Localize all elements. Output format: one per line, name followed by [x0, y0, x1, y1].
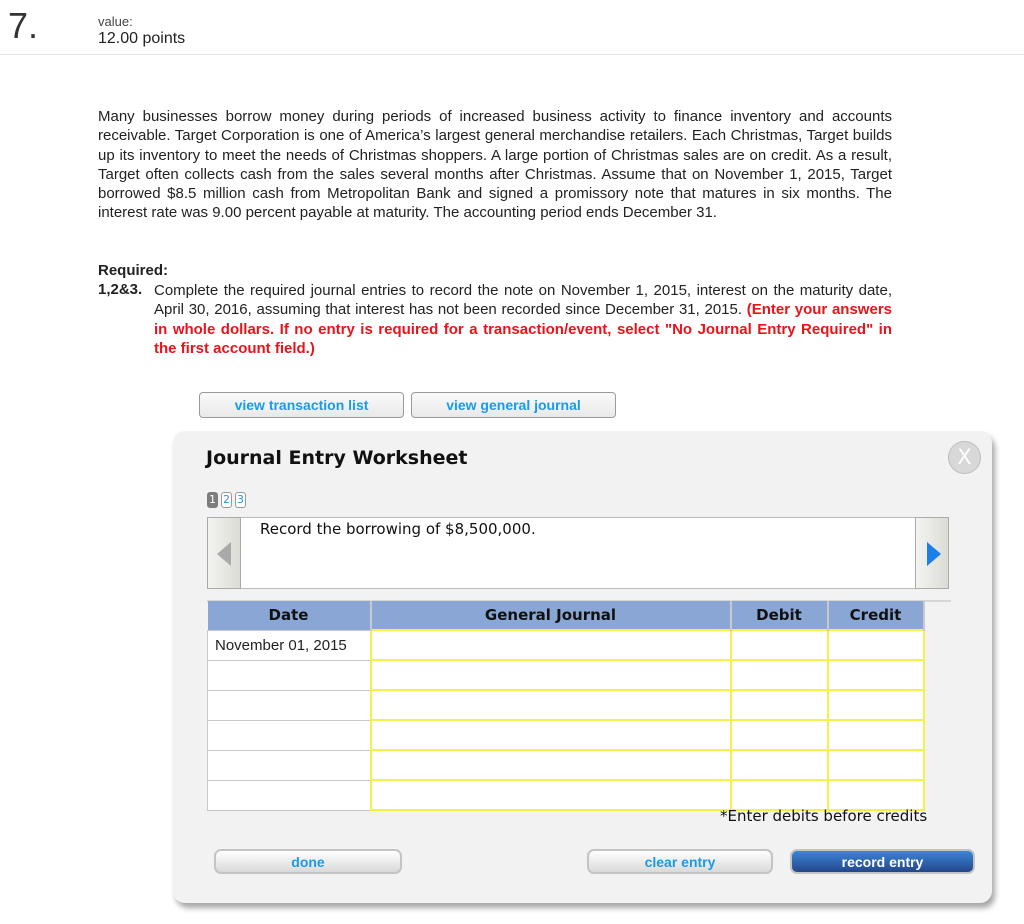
account-input[interactable]	[371, 661, 730, 689]
table-row	[207, 719, 925, 751]
clear-entry-button[interactable]: clear entry	[587, 849, 773, 874]
account-cell	[369, 719, 732, 751]
date-cell[interactable]	[207, 719, 371, 751]
worksheet-pager: 1 2 3	[207, 492, 246, 508]
arrow-right-icon	[927, 542, 941, 566]
question-number: 7.	[8, 5, 39, 46]
debit-cell	[729, 689, 829, 721]
page-1-tab[interactable]: 1	[207, 492, 218, 508]
done-button[interactable]: done	[214, 849, 402, 874]
debit-input[interactable]	[731, 691, 827, 719]
date-cell[interactable]	[207, 689, 371, 721]
account-cell	[369, 749, 732, 781]
header-credit: Credit	[827, 601, 925, 630]
debit-input[interactable]	[731, 751, 827, 779]
problem-text: Many businesses borrow money during peri…	[98, 108, 892, 222]
next-entry-button[interactable]	[915, 517, 949, 589]
account-cell	[369, 779, 732, 811]
close-icon: X	[957, 445, 972, 469]
debit-input[interactable]	[731, 781, 827, 809]
account-input[interactable]	[371, 721, 730, 749]
account-input[interactable]	[371, 691, 730, 719]
table-row	[207, 779, 925, 811]
credit-input[interactable]	[828, 661, 923, 689]
debit-input[interactable]	[731, 721, 827, 749]
date-cell[interactable]	[207, 749, 371, 781]
header-divider	[0, 54, 1024, 55]
page-3-tab[interactable]: 3	[235, 492, 246, 508]
debit-cell	[729, 719, 829, 751]
debit-cell	[729, 779, 829, 811]
account-input[interactable]	[371, 631, 730, 659]
credit-input[interactable]	[828, 781, 923, 809]
value-points: 12.00 points	[98, 30, 186, 47]
required-title: Required:	[98, 262, 169, 279]
credit-input[interactable]	[828, 631, 923, 659]
table-row	[207, 689, 925, 721]
close-button[interactable]: X	[948, 441, 981, 474]
debit-cell	[729, 629, 829, 661]
value-label: value:	[98, 14, 133, 29]
account-input[interactable]	[371, 781, 730, 809]
table-row: November 01, 2015	[207, 629, 925, 661]
credit-input[interactable]	[828, 721, 923, 749]
credit-cell	[826, 689, 925, 721]
credit-cell	[826, 719, 925, 751]
header-date: Date	[207, 601, 372, 630]
date-cell[interactable]: November 01, 2015	[207, 629, 371, 661]
debit-input[interactable]	[731, 661, 827, 689]
worksheet-title: Journal Entry Worksheet	[206, 447, 468, 469]
account-cell	[369, 689, 732, 721]
table-header-row: Date General Journal Debit Credit	[207, 601, 925, 630]
journal-entry-worksheet-panel: Journal Entry Worksheet X 1 2 3 Record t…	[173, 431, 992, 903]
account-cell	[369, 659, 732, 691]
required-text: Complete the required journal entries to…	[154, 281, 892, 358]
journal-table: Date General Journal Debit Credit Novemb…	[207, 601, 925, 811]
credit-input[interactable]	[828, 751, 923, 779]
view-general-journal-button[interactable]: view general journal	[411, 392, 616, 418]
header-debit: Debit	[730, 601, 829, 630]
debit-cell	[729, 659, 829, 691]
account-input[interactable]	[371, 751, 730, 779]
date-cell[interactable]	[207, 659, 371, 691]
table-row	[207, 659, 925, 691]
required-number: 1,2&3.	[98, 281, 143, 298]
previous-entry-button[interactable]	[207, 517, 241, 589]
arrow-left-icon	[217, 542, 231, 566]
entry-description: Record the borrowing of $8,500,000.	[260, 520, 536, 538]
debit-cell	[729, 749, 829, 781]
debit-input[interactable]	[731, 631, 827, 659]
account-cell	[369, 629, 732, 661]
credit-cell	[826, 629, 925, 661]
table-row	[207, 749, 925, 781]
credit-cell	[826, 749, 925, 781]
header-general-journal: General Journal	[370, 601, 732, 630]
debits-before-credits-hint: *Enter debits before credits	[720, 807, 928, 825]
credit-cell	[826, 659, 925, 691]
page-2-tab[interactable]: 2	[221, 492, 232, 508]
record-entry-button[interactable]: record entry	[790, 849, 975, 874]
credit-input[interactable]	[828, 691, 923, 719]
credit-cell	[826, 779, 925, 811]
date-cell[interactable]	[207, 779, 371, 811]
view-transaction-list-button[interactable]: view transaction list	[199, 392, 404, 418]
